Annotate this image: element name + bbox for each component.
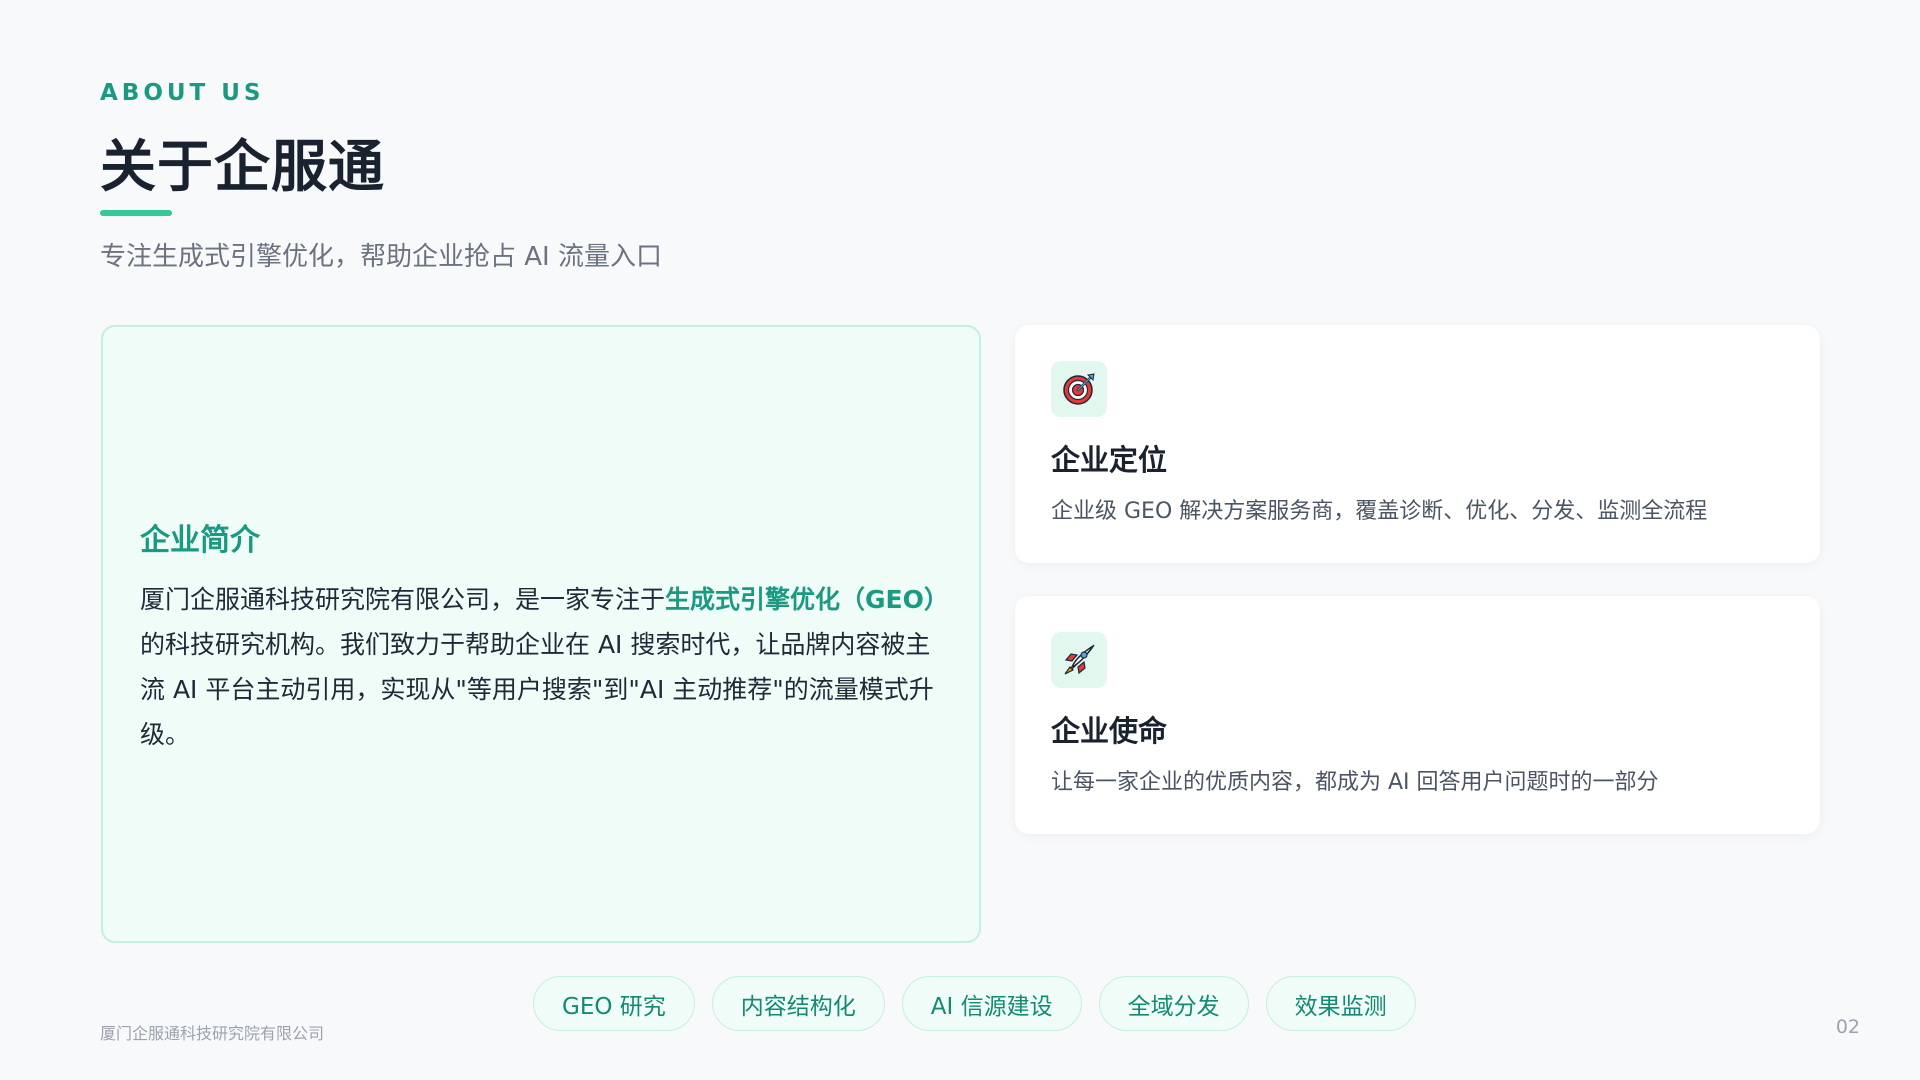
positioning-card: 企业定位 企业级 GEO 解决方案服务商，覆盖诊断、优化、分发、监测全流程 — [1015, 325, 1820, 563]
card-description: 让每一家企业的优质内容，都成为 AI 回答用户问题时的一部分 — [1051, 770, 1659, 795]
page-subtitle: 专注生成式引擎优化，帮助企业抢占 AI 流量入口 — [100, 242, 662, 272]
mission-card: 企业使命 让每一家企业的优质内容，都成为 AI 回答用户问题时的一部分 — [1015, 596, 1820, 834]
section-eyebrow: ABOUT US — [100, 80, 265, 106]
tag-geo-research: GEO 研究 — [533, 976, 695, 1031]
card-description: 企业级 GEO 解决方案服务商，覆盖诊断、优化、分发、监测全流程 — [1051, 499, 1708, 524]
card-title: 企业使命 — [1051, 714, 1168, 748]
tag-ai-source-building: AI 信源建设 — [901, 976, 1082, 1031]
tag-omni-distribution: 全域分发 — [1098, 976, 1249, 1031]
rocket-icon — [1051, 632, 1107, 688]
card-title: 企业定位 — [1051, 443, 1168, 477]
intro-text: 厦门企服通科技研究院有限公司，是一家专注于生成式引擎优化（GEO） 的科技研究机构… — [140, 577, 952, 757]
intro-heading: 企业简介 — [140, 523, 260, 558]
tag-content-structuring: 内容结构化 — [711, 976, 885, 1031]
title-underline — [100, 210, 172, 216]
target-icon — [1051, 361, 1107, 417]
slide: ABOUT US 关于企服通 专注生成式引擎优化，帮助企业抢占 AI 流量入口 … — [0, 0, 1920, 1080]
tag-list: GEO 研究 内容结构化 AI 信源建设 全域分发 效果监测 — [533, 976, 1416, 1031]
company-intro-card: 企业简介 厦门企服通科技研究院有限公司，是一家专注于生成式引擎优化（GEO） 的科… — [101, 325, 981, 943]
page-number: 02 — [1835, 1016, 1860, 1038]
tag-effect-monitoring: 效果监测 — [1265, 976, 1416, 1031]
intro-text-part: 厦门企服通科技研究院有限公司，是一家专注于 — [140, 585, 666, 614]
footer-company: 厦门企服通科技研究院有限公司 — [100, 1024, 325, 1043]
page-title: 关于企服通 — [100, 135, 385, 200]
intro-text-highlight: 生成式引擎优化（GEO） — [665, 585, 949, 614]
intro-text-part: 的科技研究机构。我们致力于帮助企业在 AI 搜索时代，让品牌内容被主流 AI 平… — [140, 630, 934, 749]
